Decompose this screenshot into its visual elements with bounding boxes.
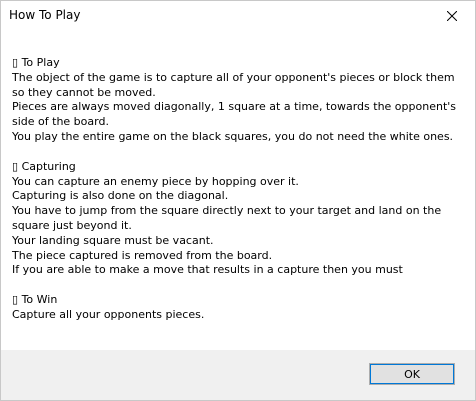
instruction-line: Capture all your opponents pieces. [12, 307, 205, 321]
instruction-line: Your landing square must be vacant. [12, 233, 214, 247]
close-button[interactable] [429, 1, 475, 31]
instruction-line: You play the entire game on the black sq… [12, 129, 454, 143]
box-glyph-icon: ▯ [12, 159, 19, 173]
ok-button[interactable]: OK [369, 363, 455, 385]
how-to-play-dialog: How To Play ▯ To Play The object of the … [0, 0, 476, 401]
box-glyph-icon: ▯ [12, 56, 19, 69]
section-heading: ▯ Capturing [12, 159, 76, 173]
instruction-line: You can capture an enemy piece by hoppin… [12, 174, 299, 188]
instruction-line: You have to jump from the square directl… [12, 204, 442, 232]
section-to-play: ▯ To Play The object of the game is to c… [12, 56, 462, 145]
instruction-line: If you are able to make a move that resu… [12, 263, 403, 277]
instruction-line: Pieces are always moved diagonally, 1 sq… [12, 100, 457, 129]
instruction-line: Capturing is also done on the diagonal. [12, 189, 229, 203]
button-bar: OK [1, 350, 475, 400]
section-to-win: ▯ To Win Capture all your opponents piec… [12, 293, 462, 323]
box-glyph-icon: ▯ [12, 293, 19, 307]
section-capturing: ▯ Capturing You can capture an enemy pie… [12, 160, 462, 278]
instructions-text: ▯ To Play The object of the game is to c… [12, 56, 462, 338]
close-icon [447, 11, 457, 21]
section-heading: ▯ To Win [12, 293, 58, 307]
instruction-line: The piece captured is removed from the b… [12, 248, 273, 262]
title-bar: How To Play [1, 1, 475, 32]
dialog-title: How To Play [9, 8, 81, 22]
section-heading: ▯ To Play [12, 56, 60, 69]
instruction-line: The object of the game is to capture all… [12, 70, 455, 99]
